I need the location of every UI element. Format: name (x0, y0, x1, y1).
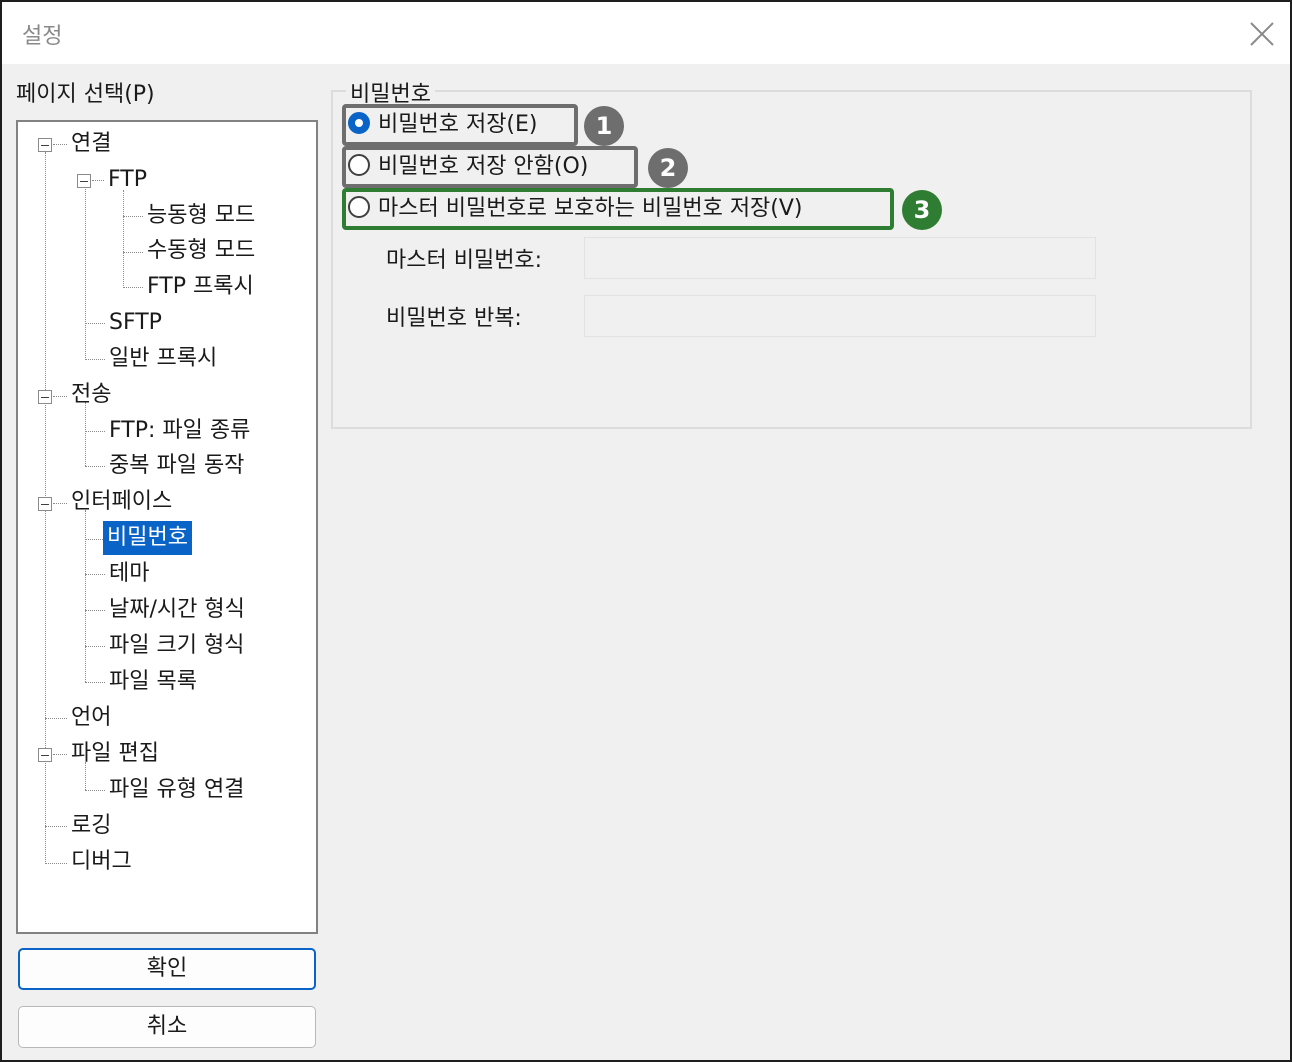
tree-item-date-time-format[interactable]: 날짜/시간 형식 (105, 593, 249, 627)
tree-line (53, 396, 67, 397)
tree-line (123, 252, 143, 253)
tree-line (45, 826, 67, 827)
title-bar: 설정 (2, 2, 1290, 64)
tree-line (85, 186, 86, 360)
tree-line (85, 466, 105, 467)
tree-line (85, 539, 103, 540)
radio-no-save-passwords-label: 비밀번호 저장 안함(O) (378, 154, 589, 179)
tree-line (85, 790, 105, 791)
tree-line (85, 646, 105, 647)
tree-item-interface[interactable]: 인터페이스 (67, 485, 176, 519)
collapse-icon[interactable] (38, 748, 52, 762)
callout-badge-3: 3 (902, 190, 942, 230)
radio-no-save-passwords[interactable]: 비밀번호 저장 안함(O) (348, 152, 588, 182)
tree-line (45, 863, 67, 864)
tree-line (53, 503, 67, 504)
close-icon[interactable] (1242, 14, 1282, 54)
settings-dialog: 설정 페이지 선택(P) 연결 FTP 능동형 모드 수동형 모드 FTP 프록… (0, 0, 1292, 1062)
master-password-label: 마스터 비밀번호: (386, 248, 543, 273)
tree-item-ftp-proxy[interactable]: FTP 프록시 (143, 270, 258, 304)
tree-line (85, 323, 105, 324)
collapse-icon[interactable] (38, 138, 52, 152)
tree-item-ftp-file-types[interactable]: FTP: 파일 종류 (105, 414, 254, 448)
tree-line (123, 287, 143, 288)
tree-item-file-exists-action[interactable]: 중복 파일 동작 (105, 449, 248, 483)
repeat-password-label: 비밀번호 반복: (386, 306, 522, 331)
page-select-label: 페이지 선택(P) (16, 82, 155, 107)
tree-item-ftp[interactable]: FTP (104, 163, 151, 197)
callout-badge-2: 2 (648, 148, 688, 188)
radio-checked-icon[interactable] (348, 112, 370, 134)
tree-item-filetype-associations[interactable]: 파일 유형 연결 (105, 773, 248, 807)
tree-line (53, 144, 67, 145)
tree-line (85, 431, 105, 432)
tree-item-debug[interactable]: 디버그 (67, 845, 136, 879)
cancel-button[interactable]: 취소 (18, 1006, 316, 1048)
tree-item-passive-mode[interactable]: 수동형 모드 (143, 234, 259, 268)
tree-item-file-editing[interactable]: 파일 편집 (67, 737, 163, 771)
ok-button[interactable]: 확인 (18, 948, 316, 990)
tree-item-connection[interactable]: 연결 (67, 127, 115, 161)
tree-item-passwords[interactable]: 비밀번호 (103, 521, 192, 555)
tree-line (123, 216, 143, 217)
tree-line (123, 190, 124, 286)
radio-unchecked-icon[interactable] (348, 196, 370, 218)
radio-master-password[interactable]: 마스터 비밀번호로 보호하는 비밀번호 저장(V) (348, 194, 803, 224)
radio-unchecked-icon[interactable] (348, 154, 370, 176)
callout-badge-1: 1 (584, 106, 624, 146)
tree-item-active-mode[interactable]: 능동형 모드 (143, 199, 259, 233)
master-password-field[interactable] (584, 237, 1096, 279)
page-tree[interactable]: 연결 FTP 능동형 모드 수동형 모드 FTP 프록시 SFTP 일반 프록시… (16, 120, 318, 934)
tree-line (53, 754, 67, 755)
tree-item-generic-proxy[interactable]: 일반 프록시 (105, 342, 221, 376)
radio-save-passwords-label: 비밀번호 저장(E) (378, 112, 538, 137)
tree-item-language[interactable]: 언어 (67, 701, 115, 735)
tree-line (92, 180, 104, 181)
repeat-password-field[interactable] (584, 295, 1096, 337)
tree-item-transfer[interactable]: 전송 (67, 378, 115, 412)
window-title: 설정 (22, 24, 63, 49)
radio-save-passwords[interactable]: 비밀번호 저장(E) (348, 110, 538, 140)
tree-line (85, 682, 105, 683)
collapse-icon[interactable] (38, 390, 52, 404)
tree-line (85, 510, 86, 682)
tree-line (85, 574, 105, 575)
tree-item-logging[interactable]: 로깅 (67, 809, 115, 843)
tree-item-filesize-format[interactable]: 파일 크기 형식 (105, 629, 248, 663)
tree-item-file-lists[interactable]: 파일 목록 (105, 665, 201, 699)
tree-line (85, 359, 105, 360)
tree-line (85, 610, 105, 611)
collapse-icon[interactable] (77, 174, 91, 188)
tree-line (45, 718, 67, 719)
tree-item-sftp[interactable]: SFTP (105, 306, 166, 340)
collapse-icon[interactable] (38, 497, 52, 511)
tree-item-themes[interactable]: 테마 (105, 557, 153, 591)
radio-master-password-label: 마스터 비밀번호로 보호하는 비밀번호 저장(V) (378, 196, 803, 221)
